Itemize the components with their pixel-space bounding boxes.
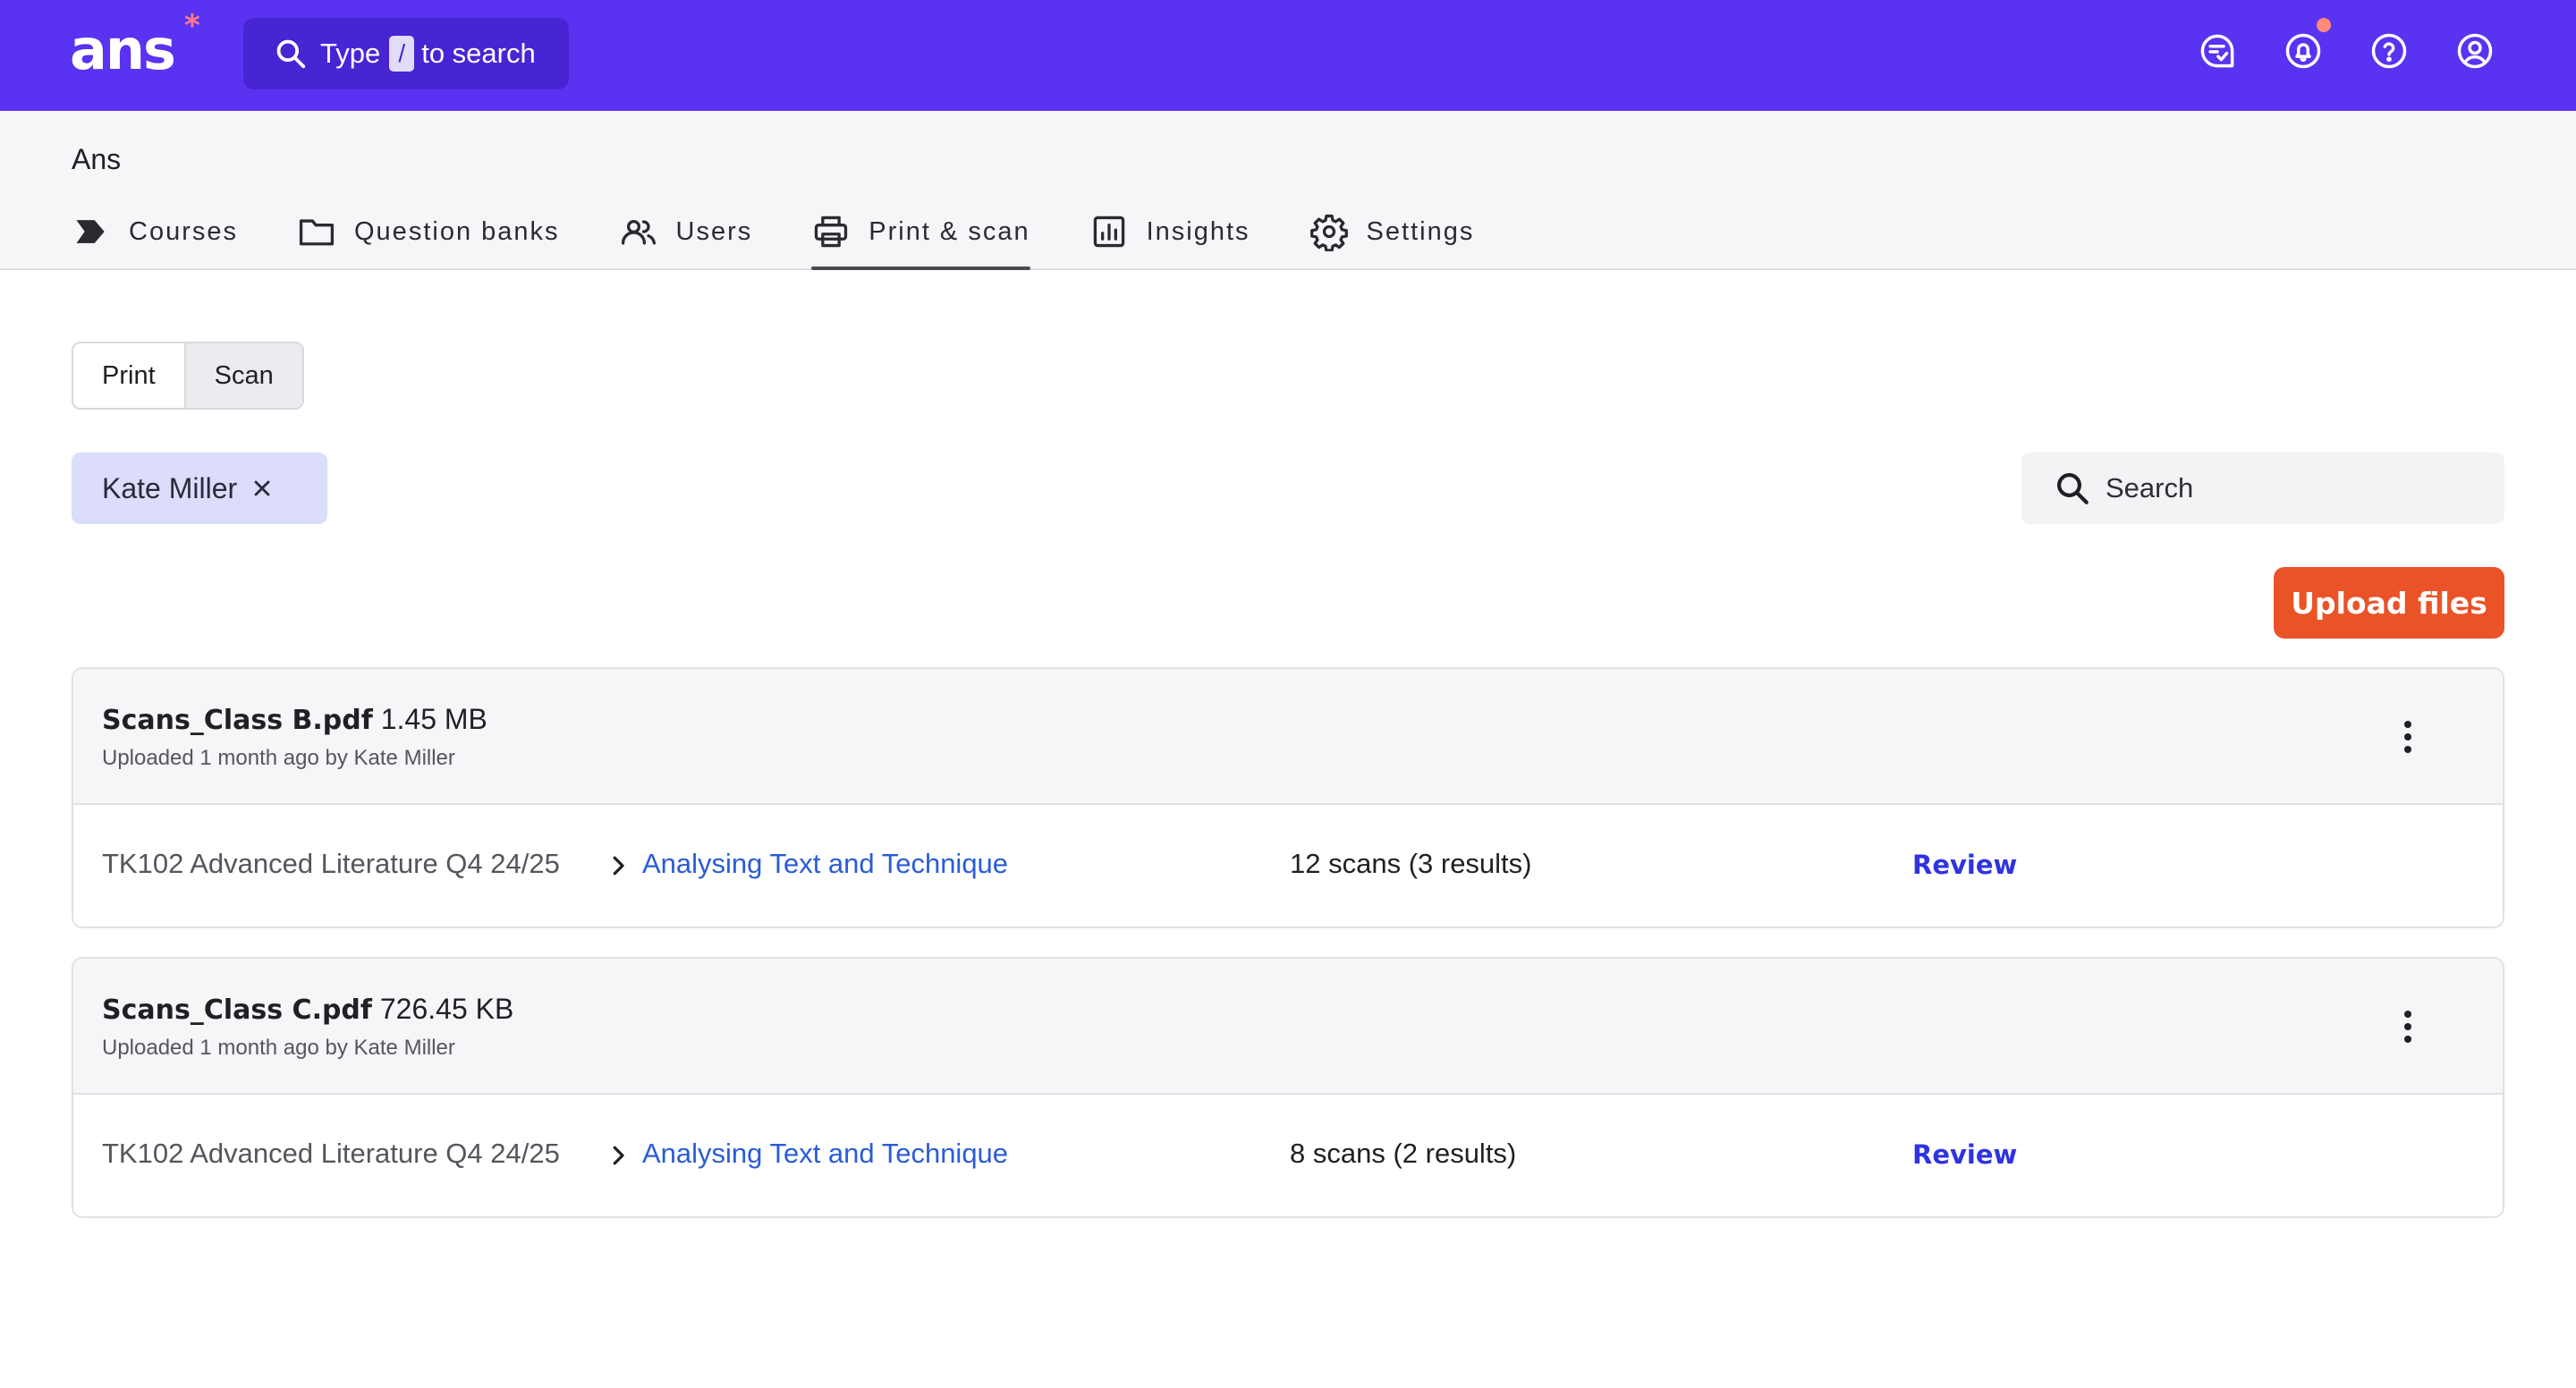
file-card: Scans_Class B.pdf 1.45 MB Uploaded 1 mon… bbox=[72, 667, 2504, 928]
insights-icon bbox=[1093, 216, 1124, 248]
tab-label: Print & scan bbox=[869, 216, 1030, 246]
tab-settings[interactable]: Settings bbox=[1309, 207, 1475, 256]
scan-count: 8 scans (2 results) bbox=[1290, 1138, 1517, 1169]
file-title: Scans_Class B.pdf 1.45 MB bbox=[102, 703, 487, 736]
file-size: 726.45 KB bbox=[379, 993, 514, 1025]
uploader-filter-chip[interactable]: Kate Miller bbox=[72, 453, 327, 524]
toggle-print[interactable]: Print bbox=[73, 343, 184, 408]
tab-label: Courses bbox=[129, 216, 238, 246]
search-input[interactable] bbox=[2106, 472, 2499, 504]
logo-text: ans bbox=[70, 17, 176, 82]
global-search-prefix: Type bbox=[320, 38, 381, 69]
tab-label: Insights bbox=[1146, 216, 1250, 246]
feedback-icon[interactable] bbox=[2199, 32, 2236, 70]
file-upload-meta: Uploaded 1 month ago by Kate Miller bbox=[102, 746, 455, 770]
chevron-right-icon bbox=[613, 856, 624, 876]
global-search-button[interactable]: Type / to search bbox=[243, 18, 569, 89]
course-name: TK102 Advanced Literature Q4 24/25 bbox=[102, 1138, 560, 1169]
tab-question-banks[interactable]: Question banks bbox=[297, 207, 560, 256]
search-icon bbox=[2057, 473, 2089, 504]
organisation-name: Ans bbox=[72, 143, 122, 175]
scan-count: 12 scans (3 results) bbox=[1290, 848, 1532, 879]
bell-icon[interactable] bbox=[2284, 18, 2331, 70]
scan-search-box bbox=[2021, 453, 2504, 524]
assignment-link[interactable]: Analysing Text and Technique bbox=[642, 1138, 1008, 1170]
printer-icon bbox=[815, 216, 848, 248]
tab-insights[interactable]: Insights bbox=[1089, 207, 1250, 256]
user-icon[interactable] bbox=[2456, 32, 2494, 70]
tab-courses[interactable]: Courses bbox=[72, 207, 238, 256]
tab-print-and-scan[interactable]: Print & scan bbox=[811, 207, 1030, 270]
file-card: Scans_Class C.pdf 726.45 KB Uploaded 1 m… bbox=[72, 957, 2504, 1218]
file-size: 1.45 MB bbox=[380, 703, 487, 735]
tab-users[interactable]: Users bbox=[619, 207, 753, 256]
ans-logo[interactable]: ans * bbox=[70, 11, 200, 86]
chevron-right-icon bbox=[613, 1146, 624, 1165]
top-icon-group bbox=[2199, 18, 2494, 70]
gear-icon bbox=[1309, 214, 1348, 251]
more-options-icon[interactable] bbox=[2397, 1007, 2419, 1046]
filter-chip-label: Kate Miller bbox=[102, 471, 238, 504]
upload-files-button[interactable]: Upload files bbox=[2274, 567, 2504, 639]
file-result-row: TK102 Advanced Literature Q4 24/25 Analy… bbox=[73, 1095, 2503, 1216]
keyboard-shortcut-key: / bbox=[389, 36, 415, 72]
review-link[interactable]: Review bbox=[1912, 1139, 2017, 1170]
help-icon[interactable] bbox=[2370, 32, 2408, 70]
close-icon[interactable] bbox=[250, 476, 275, 501]
courses-icon bbox=[76, 220, 105, 243]
file-name: Scans_Class B.pdf bbox=[102, 705, 373, 736]
top-bar: ans * Type / to search bbox=[0, 0, 2576, 111]
file-upload-meta: Uploaded 1 month ago by Kate Miller bbox=[102, 1036, 455, 1060]
toggle-scan[interactable]: Scan bbox=[183, 343, 302, 408]
file-title: Scans_Class C.pdf 726.45 KB bbox=[102, 993, 513, 1026]
course-name: TK102 Advanced Literature Q4 24/25 bbox=[102, 848, 560, 879]
logo-star: * bbox=[184, 8, 200, 44]
assignment-link[interactable]: Analysing Text and Technique bbox=[642, 848, 1008, 880]
folder-icon bbox=[299, 219, 335, 246]
more-options-icon[interactable] bbox=[2397, 717, 2419, 757]
file-name: Scans_Class C.pdf bbox=[102, 994, 372, 1026]
review-link[interactable]: Review bbox=[1912, 850, 2017, 880]
file-card-header: Scans_Class B.pdf 1.45 MB Uploaded 1 mon… bbox=[73, 669, 2503, 805]
main-tabs: Courses Question banks Users Print & sca… bbox=[72, 207, 1533, 270]
tab-label: Users bbox=[675, 216, 753, 246]
tab-label: Question banks bbox=[354, 216, 560, 246]
print-scan-toggle: Print Scan bbox=[72, 342, 304, 410]
file-card-header: Scans_Class C.pdf 726.45 KB Uploaded 1 m… bbox=[73, 959, 2503, 1095]
users-icon bbox=[621, 219, 656, 245]
global-search-suffix: to search bbox=[421, 38, 536, 69]
search-icon bbox=[276, 39, 306, 69]
tab-label: Settings bbox=[1366, 216, 1475, 246]
file-result-row: TK102 Advanced Literature Q4 24/25 Analy… bbox=[73, 805, 2503, 927]
notification-dot bbox=[2317, 18, 2331, 32]
page-header: Ans Courses Question banks Users Print &… bbox=[0, 111, 2576, 270]
